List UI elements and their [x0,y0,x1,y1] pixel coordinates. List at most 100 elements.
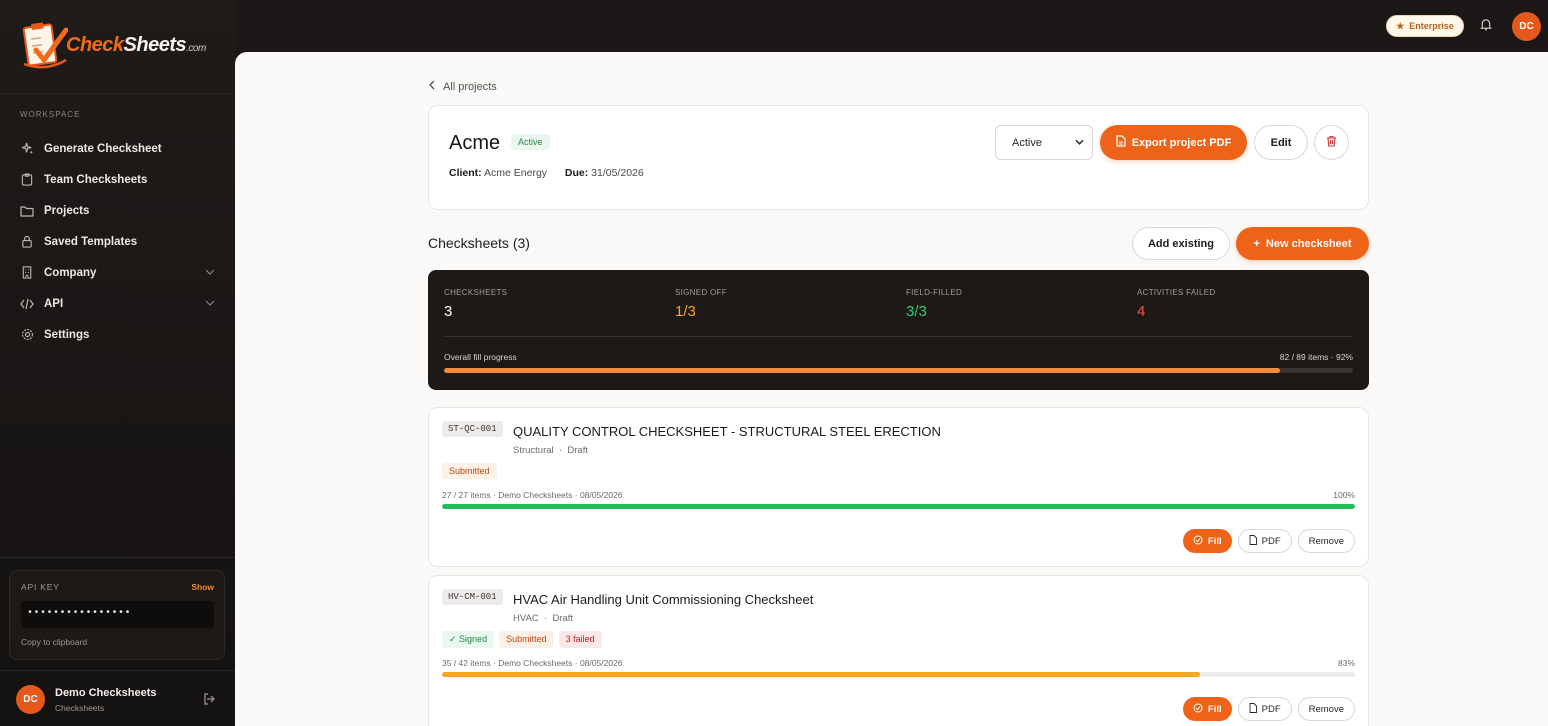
file-icon [1249,702,1257,716]
progress-text: 82 / 89 items · 92% [1279,352,1353,362]
checksheet-card[interactable]: ST-QC-001 QUALITY CONTROL CHECKSHEET - S… [428,407,1369,567]
export-project-pdf-button[interactable]: Export project PDF [1100,125,1247,160]
sidebar-item-settings[interactable]: Settings [0,319,235,350]
signed-badge: ✓ Signed [442,631,495,648]
checksheet-category: Structural [513,445,554,456]
file-icon [1249,534,1257,548]
pdf-button[interactable]: PDF [1237,529,1292,553]
due-value: 31/05/2026 [591,167,644,179]
new-checksheet-button[interactable]: + New checksheet [1236,227,1369,260]
clipboard-icon [20,173,34,187]
checksheet-meta: 35 / 42 items · Demo Checksheets · 08/05… [442,658,623,668]
selected-status: Active [1012,136,1042,149]
top-avatar[interactable]: DC [1512,12,1541,41]
stat-label: SIGNED OFF [675,288,727,297]
divider [444,336,1353,337]
user-profile[interactable]: DC Demo Checksheets Checksheets [0,670,235,726]
code-icon [20,297,34,311]
stat-value: 1/3 [675,303,696,320]
checksheet-percent: 83% [1337,658,1355,668]
brand-logo[interactable]: CheckSheets.com [22,16,206,74]
trash-icon [1326,135,1337,150]
api-key-field[interactable]: •••••••••••••••• [21,601,214,628]
sparkle-icon [20,142,34,156]
checksheet-title[interactable]: HVAC Air Handling Unit Commissioning Che… [513,592,813,607]
fill-label: Fill [1207,535,1222,547]
show-api-key-button[interactable]: Show [191,582,214,592]
sidebar-item-label: Generate Checksheet [44,142,162,155]
sidebar-item-label: Team Checksheets [44,173,148,186]
checksheet-progress-fill [442,504,1355,509]
signed-label: Signed [459,634,488,644]
add-existing-button[interactable]: Add existing [1132,227,1230,260]
project-header-card: Acme Active Client: Acme Energy Due: 31/… [428,105,1369,210]
plan-label: Enterprise [1409,21,1454,31]
breadcrumb[interactable]: All projects [429,80,497,93]
star-icon: ★ [1396,20,1405,31]
project-status-select[interactable]: Active [995,125,1093,160]
pdf-button[interactable]: PDF [1237,697,1292,721]
user-org: Checksheets [55,703,105,713]
clipboard-check-logo-icon [22,20,69,70]
api-key-panel: API KEY Show •••••••••••••••• Copy to cl… [9,570,225,660]
stats-panel: CHECKSHEETS 3 SIGNED OFF 1/3 FIELD-FILLE… [428,270,1369,390]
chevron-left-icon [429,80,435,93]
status-badge: Submitted [442,463,497,479]
copy-to-clipboard-button[interactable]: Copy to clipboard [21,637,87,647]
sidebar-nav: Generate Checksheet Team Checksheets Pro… [0,133,235,350]
sidebar-item-projects[interactable]: Projects [0,195,235,226]
logout-icon[interactable] [203,693,215,708]
sidebar-item-team-checksheets[interactable]: Team Checksheets [0,164,235,195]
user-name: Demo Checksheets [55,687,157,699]
checksheet-category: HVAC [513,613,539,624]
sidebar-divider [0,93,235,94]
sidebar-item-label: Projects [44,204,90,217]
stat-activities-failed: ACTIVITIES FAILED 4 [1137,288,1215,320]
sidebar-item-generate-checksheet[interactable]: Generate Checksheet [0,133,235,164]
chevron-down-icon [205,298,215,309]
chevron-down-icon [205,267,215,278]
failed-badge: 3 failed [558,631,602,648]
main-content: All projects Acme Active Client: Acme En… [235,52,1548,726]
stat-label: FIELD-FILLED [906,288,963,297]
remove-button[interactable]: Remove [1297,529,1355,553]
file-pdf-icon [1116,135,1126,150]
fill-button[interactable]: Fill [1182,529,1232,553]
edit-project-button[interactable]: Edit [1254,125,1308,160]
checksheet-card[interactable]: HV-CM-001 HVAC Air Handling Unit Commiss… [428,575,1369,726]
checksheet-meta: 27 / 27 items · Demo Checksheets · 08/05… [442,490,623,500]
lock-icon [20,235,34,249]
sidebar: CheckSheets.com WORKSPACE Generate Check… [0,0,235,726]
stat-value: 3 [444,303,453,320]
checksheet-state: Draft [567,445,588,456]
fill-label: Fill [1207,703,1222,715]
sidebar-item-company[interactable]: Company [0,257,235,288]
sidebar-item-saved-templates[interactable]: Saved Templates [0,226,235,257]
brand-name-c: .com [186,42,206,54]
status-pills: Submitted [442,463,497,479]
due-label: Due: [564,167,589,179]
progress-label: Overall fill progress [444,352,517,362]
checksheet-title[interactable]: QUALITY CONTROL CHECKSHEET - STRUCTURAL … [513,424,941,439]
folder-icon [20,204,34,218]
status-badge: Active [511,134,550,150]
enterprise-plan-badge[interactable]: ★ Enterprise [1386,15,1464,37]
delete-project-button[interactable] [1314,125,1349,160]
checksheet-progress-bar [442,672,1355,677]
stat-value: 4 [1137,303,1146,320]
api-key-title: API KEY [21,582,60,592]
new-checksheet-label: New checksheet [1265,237,1352,250]
fill-button[interactable]: Fill [1182,697,1232,721]
checksheet-progress-bar [442,504,1355,509]
checksheet-code: HV-CM-001 [442,589,503,605]
sidebar-item-label: API [44,297,64,310]
remove-button[interactable]: Remove [1297,697,1355,721]
stat-label: CHECKSHEETS [444,288,508,297]
brand-wordmark: CheckSheets.com [66,34,206,57]
bell-icon[interactable] [1480,18,1492,34]
export-label: Export project PDF [1131,136,1232,149]
stat-value: 3/3 [906,303,927,320]
chevron-down-icon [1075,137,1084,147]
sidebar-item-label: Saved Templates [44,235,138,248]
sidebar-item-api[interactable]: API [0,288,235,319]
